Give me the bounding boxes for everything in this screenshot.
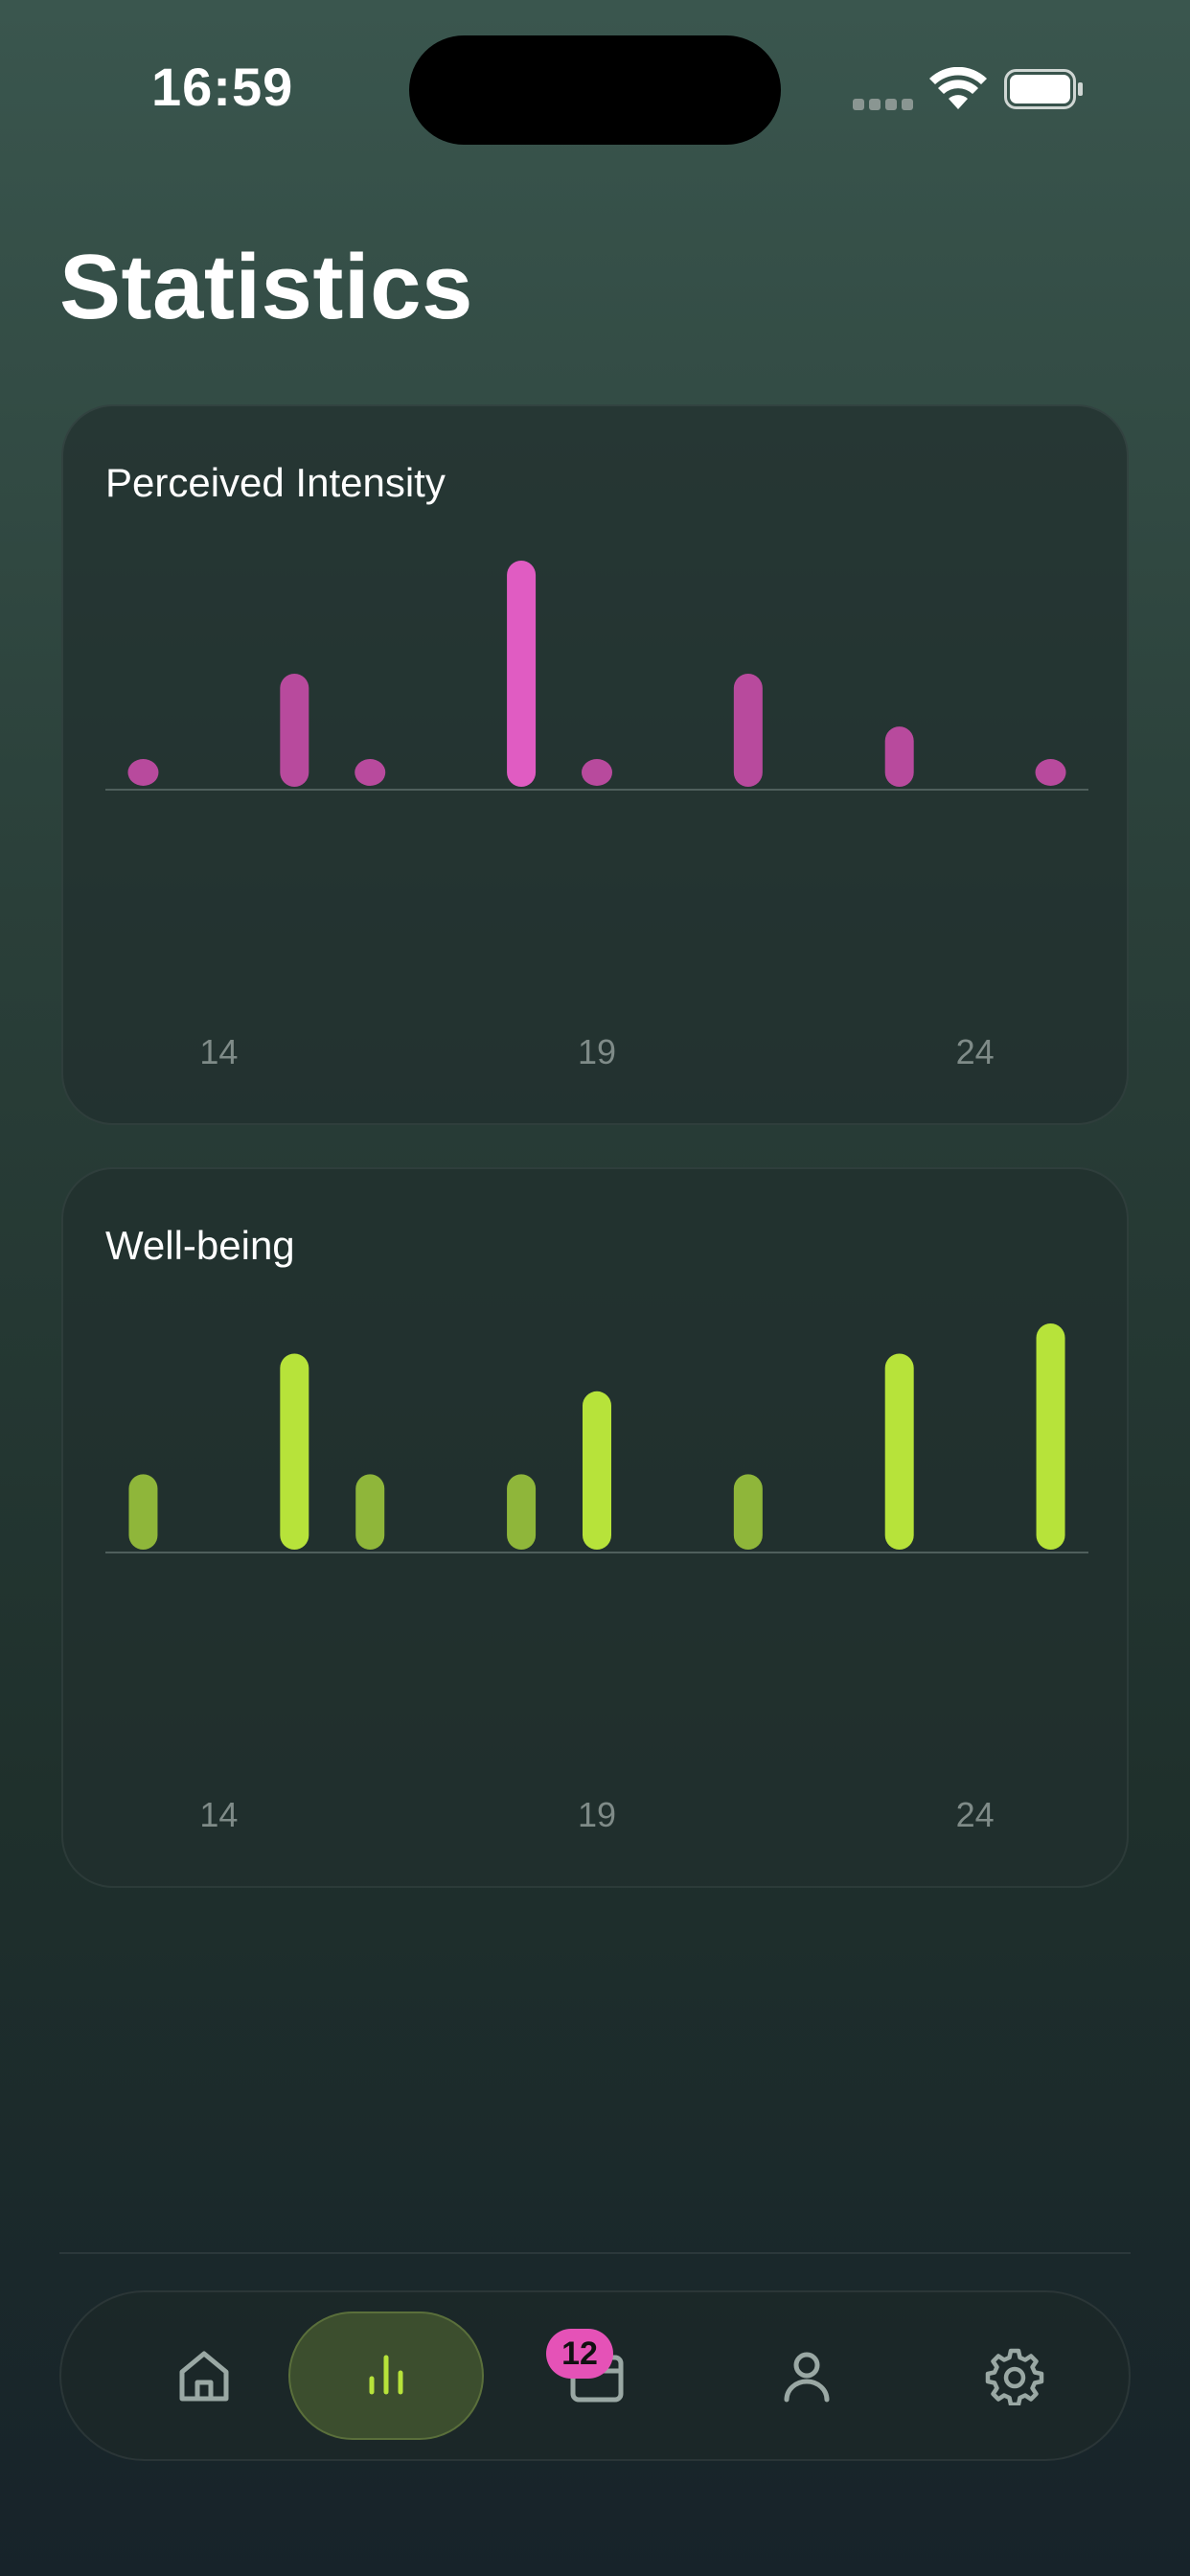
chart-bar — [127, 759, 159, 786]
chart-bar — [884, 1353, 914, 1550]
tab-home[interactable] — [106, 2312, 302, 2440]
well-being-chart: 14 19 24 — [105, 1323, 1088, 1834]
tab-bar-divider — [59, 2252, 1131, 2254]
x-tick-label: 24 — [956, 1795, 995, 1834]
chart-bar — [355, 759, 386, 786]
chart-bar — [733, 1474, 763, 1550]
dynamic-island — [409, 35, 781, 145]
chart-bar — [507, 561, 537, 787]
x-tick-label: 19 — [578, 1032, 616, 1071]
chart-bar — [280, 1353, 309, 1550]
wifi-icon — [929, 67, 987, 109]
chart-bar — [280, 674, 309, 787]
chart-bar — [507, 1474, 537, 1550]
perceived-intensity-card: Perceived Intensity 14 19 24 — [61, 404, 1129, 1125]
status-time: 16:59 — [151, 57, 294, 117]
chart-bar — [733, 674, 763, 787]
chart-bar — [884, 726, 914, 787]
tab-profile[interactable] — [709, 2312, 904, 2440]
home-icon — [179, 2351, 229, 2402]
battery-icon — [1004, 69, 1083, 109]
chart-bar — [128, 1474, 158, 1550]
chart-bar — [1035, 759, 1066, 786]
status-bar: 16:59 — [0, 0, 1190, 182]
person-icon — [784, 2352, 830, 2403]
chart-bar — [1036, 1323, 1065, 1550]
x-tick-label: 19 — [578, 1795, 616, 1834]
bar-chart-icon — [369, 2355, 403, 2395]
chart-bar — [355, 1474, 385, 1550]
chart-bar — [582, 759, 612, 786]
chart-bar — [583, 1391, 611, 1550]
x-tick-label: 14 — [199, 1032, 238, 1071]
perceived-intensity-chart: 14 19 24 — [105, 561, 1088, 1071]
x-tick-label: 14 — [199, 1795, 238, 1834]
well-being-card: Well-being 14 19 24 — [61, 1167, 1129, 1888]
gear-icon — [985, 2348, 1044, 2405]
tab-settings[interactable] — [917, 2312, 1112, 2440]
cellular-signal-icon — [853, 99, 914, 110]
tab-stats[interactable] — [288, 2312, 484, 2440]
x-tick-label: 24 — [956, 1032, 995, 1071]
page-title: Statistics — [59, 236, 473, 338]
calendar-badge: 12 — [546, 2329, 613, 2379]
